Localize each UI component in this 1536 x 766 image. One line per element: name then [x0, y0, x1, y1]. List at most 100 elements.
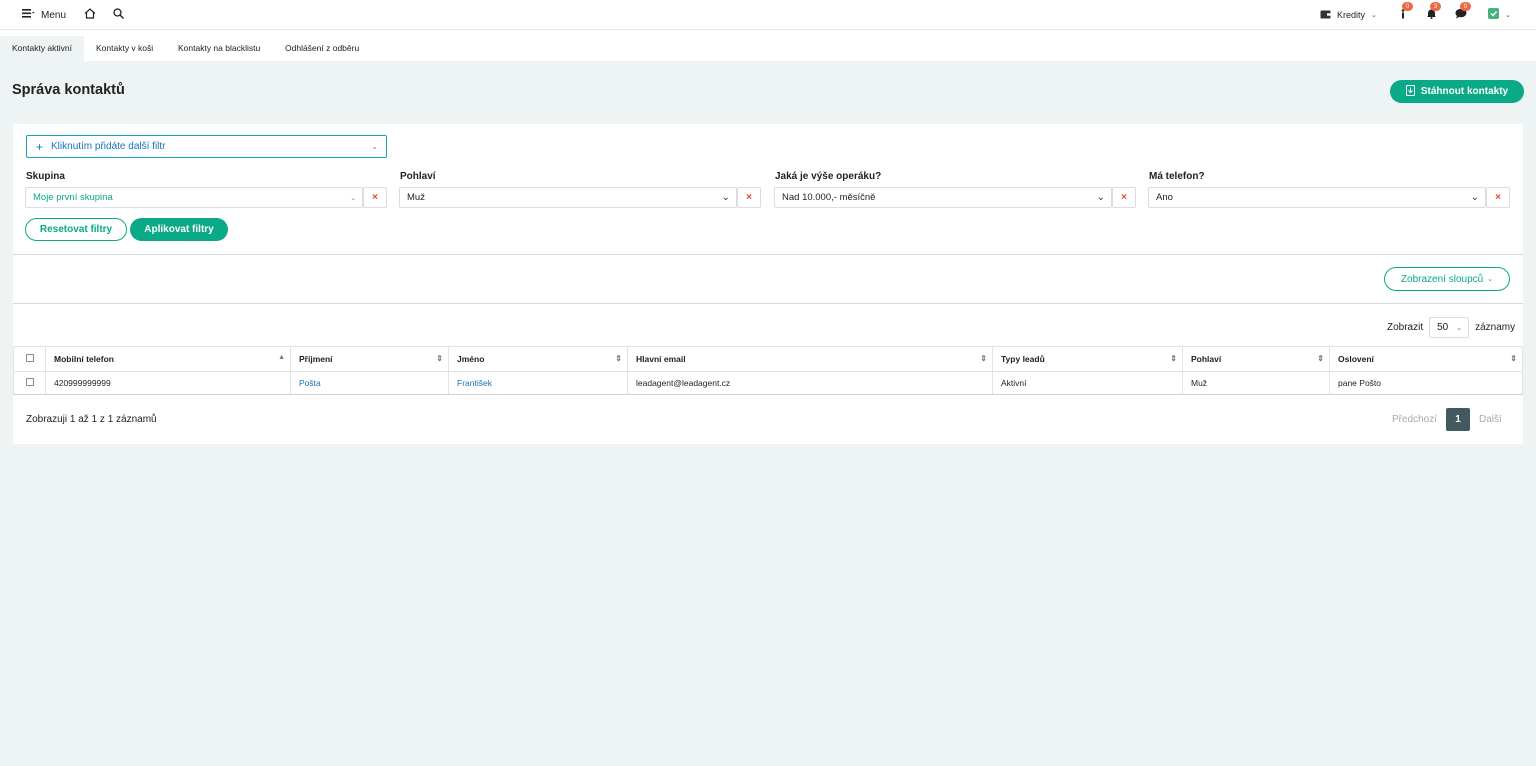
- filter-select-skupina[interactable]: Moje první skupina ⌄: [25, 187, 363, 208]
- reset-filters-button[interactable]: Resetovat filtry: [25, 218, 127, 241]
- header-label: Pohlaví: [1191, 354, 1222, 364]
- download-icon: [1405, 84, 1415, 99]
- home-icon: [84, 8, 96, 22]
- user-menu[interactable]: ⌄: [1488, 0, 1511, 30]
- chevron-down-icon: ⌄: [350, 194, 356, 202]
- search-button[interactable]: [113, 0, 124, 30]
- download-contacts-label: Stáhnout kontakty: [1420, 86, 1509, 97]
- kredity-dropdown[interactable]: Kredity ⌄: [1320, 0, 1377, 30]
- add-filter-dropdown[interactable]: + Kliknutím přidáte další filtr ⌄: [26, 135, 387, 158]
- header-prijmeni[interactable]: Příjmení ⇕: [290, 346, 449, 372]
- sort-icon: ⇕: [1317, 354, 1324, 363]
- header-label: Oslovení: [1338, 354, 1374, 364]
- filter-clear-pohlavi[interactable]: ×: [737, 187, 761, 208]
- messages-button[interactable]: 0: [1454, 0, 1471, 30]
- filter-value-telefon: Ano: [1156, 192, 1173, 203]
- pagination-next[interactable]: Další: [1479, 408, 1502, 431]
- top-bar: Menu Kredity ⌄ 0 3 0 ⌄: [0, 0, 1536, 30]
- pagination-page-1[interactable]: 1: [1446, 408, 1470, 431]
- page-title: Správa kontaktů: [12, 82, 125, 98]
- search-icon: [113, 8, 124, 22]
- tab-kontakty-aktivni[interactable]: Kontakty aktivní: [0, 36, 85, 61]
- table-header-row: Mobilní telefon ▲ Příjmení ⇕ Jméno ⇕ Hla…: [13, 346, 1523, 372]
- apply-filters-button[interactable]: Aplikovat filtry: [130, 218, 228, 241]
- header-jmeno[interactable]: Jméno ⇕: [448, 346, 628, 372]
- divider: [13, 254, 1523, 255]
- filter-select-operak[interactable]: Nad 10.000,- měsíčně ⌄: [774, 187, 1112, 208]
- notifications-badge: 3: [1430, 2, 1441, 11]
- page-size-prefix: Zobrazit: [1387, 322, 1424, 333]
- page-size-suffix: záznamy: [1475, 322, 1516, 333]
- header-typy-leadu[interactable]: Typy leadů ⇕: [992, 346, 1183, 372]
- filter-select-pohlavi[interactable]: Muž ⌄: [399, 187, 737, 208]
- add-filter-label: Kliknutím přidáte další filtr: [51, 141, 166, 152]
- sort-icon: ⇕: [1170, 354, 1177, 363]
- filter-label-telefon: Má telefon?: [1149, 171, 1205, 182]
- header-label: Jméno: [457, 354, 485, 364]
- filter-clear-skupina[interactable]: ×: [363, 187, 387, 208]
- cell-mobilni-telefon: 420999999999: [45, 371, 291, 395]
- page-size-value: 50: [1437, 322, 1449, 333]
- chevron-down-icon: ⌄: [1456, 324, 1463, 332]
- cell-osloveni: pane Pošto: [1329, 371, 1523, 395]
- row-select-cell: [13, 371, 46, 395]
- header-hlavni-email[interactable]: Hlavní email ⇕: [627, 346, 993, 372]
- chevron-down-icon: ⌄: [1371, 12, 1377, 19]
- filter-value-skupina: Moje první skupina: [33, 192, 113, 203]
- wallet-icon: [1320, 10, 1331, 21]
- hamburger-icon: [22, 9, 35, 21]
- tab-kontakty-v-kosi[interactable]: Kontakty v koši: [84, 36, 165, 61]
- column-visibility-button[interactable]: Zobrazení sloupců ⌄: [1384, 267, 1510, 291]
- cell-hlavni-email: leadagent@leadagent.cz: [627, 371, 993, 395]
- pagination-previous[interactable]: Předchozí: [1392, 408, 1437, 431]
- header-pohlavi[interactable]: Pohlaví ⇕: [1182, 346, 1330, 372]
- header-mobilni-telefon[interactable]: Mobilní telefon ▲: [45, 346, 291, 372]
- filter-select-telefon[interactable]: Ano ⌄: [1148, 187, 1486, 208]
- table-row: 420999999999 Pošta František leadagent@l…: [13, 371, 1523, 395]
- info-button[interactable]: 0: [1396, 0, 1413, 30]
- contacts-card: + Kliknutím přidáte další filtr ⌄ Skupin…: [13, 124, 1523, 444]
- tab-kontakty-na-blacklistu[interactable]: Kontakty na blacklistu: [166, 36, 272, 61]
- home-button[interactable]: [84, 0, 96, 30]
- row-checkbox[interactable]: [25, 378, 34, 386]
- cell-jmeno-link[interactable]: František: [448, 371, 628, 395]
- chevron-down-icon: ⌄: [721, 192, 730, 203]
- header-label: Mobilní telefon: [54, 354, 114, 364]
- filter-label-skupina: Skupina: [26, 171, 65, 182]
- tab-bar: Kontakty aktivní Kontakty v koši Kontakt…: [0, 30, 1536, 61]
- menu-button[interactable]: Menu: [22, 0, 66, 30]
- chevron-down-icon: ⌄: [371, 142, 378, 151]
- header-label: Hlavní email: [636, 354, 686, 364]
- cell-pohlavi: Muž: [1182, 371, 1330, 395]
- chevron-down-icon: ⌄: [1096, 192, 1105, 203]
- select-all-checkbox[interactable]: [25, 354, 34, 362]
- page-size-control: Zobrazit 50 ⌄ záznamy: [1387, 317, 1515, 338]
- divider: [13, 303, 1523, 304]
- header-label: Příjmení: [299, 354, 333, 364]
- chevron-down-icon: ⌄: [1470, 192, 1479, 203]
- sort-icon: ⇕: [615, 354, 622, 363]
- header-label: Typy leadů: [1001, 354, 1045, 364]
- download-contacts-button[interactable]: Stáhnout kontakty: [1390, 80, 1524, 103]
- select-all-header: [13, 346, 46, 372]
- info-badge: 0: [1402, 2, 1413, 11]
- page-size-select[interactable]: 50 ⌄: [1429, 317, 1470, 338]
- sort-asc-icon: ▲: [278, 354, 285, 361]
- filter-value-operak: Nad 10.000,- měsíčně: [782, 192, 876, 203]
- messages-badge: 0: [1460, 2, 1471, 11]
- sort-icon: ⇕: [1510, 354, 1517, 363]
- filter-value-pohlavi: Muž: [407, 192, 425, 203]
- cell-typy-leadu: Aktivní: [992, 371, 1183, 395]
- plus-icon: +: [36, 139, 44, 154]
- header-osloveni[interactable]: Oslovení ⇕: [1329, 346, 1523, 372]
- filter-clear-telefon[interactable]: ×: [1486, 187, 1510, 208]
- column-visibility-label: Zobrazení sloupců: [1400, 273, 1484, 285]
- chevron-down-icon: ⌄: [1487, 276, 1494, 283]
- tab-odhlaseni-z-odberu[interactable]: Odhlášení z odběru: [273, 36, 371, 61]
- sort-icon: ⇕: [980, 354, 987, 363]
- table-info: Zobrazuji 1 až 1 z 1 záznamů: [26, 414, 157, 425]
- filter-clear-operak[interactable]: ×: [1112, 187, 1136, 208]
- filter-label-pohlavi: Pohlaví: [400, 171, 436, 182]
- notifications-button[interactable]: 3: [1424, 0, 1441, 30]
- cell-prijmeni-link[interactable]: Pošta: [290, 371, 449, 395]
